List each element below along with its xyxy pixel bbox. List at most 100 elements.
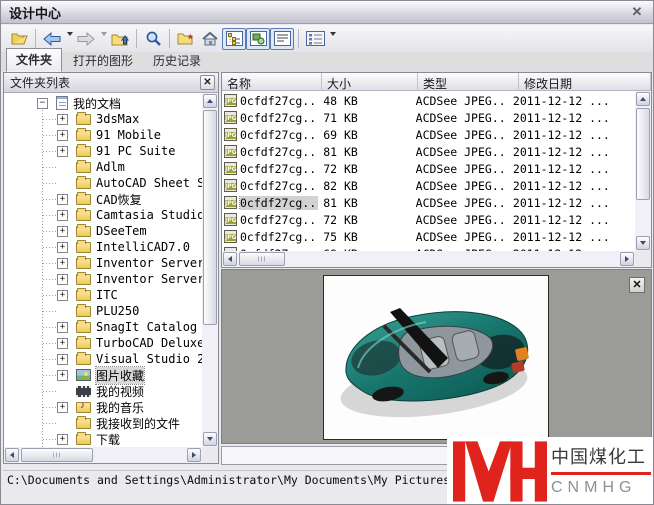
size-cell: 81 KB bbox=[318, 145, 410, 159]
tree-item-Inventor Server x86[interactable]: +Inventor Server x86 bbox=[4, 271, 202, 287]
views-button[interactable] bbox=[303, 28, 327, 50]
list-horizontal-scrollbar[interactable] bbox=[222, 251, 635, 267]
forward-dropdown[interactable] bbox=[98, 28, 108, 50]
preview-toggle[interactable] bbox=[246, 28, 270, 50]
expand-icon[interactable]: + bbox=[57, 226, 68, 237]
description-toggle[interactable] bbox=[270, 28, 294, 50]
views-dropdown[interactable] bbox=[327, 28, 337, 50]
tree-item-IntelliCAD7.0[interactable]: + IntelliCAD7.0 bbox=[4, 239, 202, 255]
tree-item-label: 3dsMax bbox=[96, 112, 139, 126]
close-icon[interactable]: ✕ bbox=[629, 277, 645, 293]
column-header-3[interactable]: 修改日期 bbox=[519, 73, 651, 91]
scroll-left-button[interactable] bbox=[223, 252, 237, 266]
tree-item-91 Mobile[interactable]: +91 Mobile bbox=[4, 127, 202, 143]
expand-icon[interactable]: + bbox=[57, 194, 68, 205]
tree-item-Visual Studio 2008[interactable]: +Visual Studio 2008 bbox=[4, 351, 202, 367]
expand-icon[interactable]: + bbox=[57, 290, 68, 301]
scroll-right-button[interactable] bbox=[187, 448, 201, 462]
scroll-right-button[interactable] bbox=[620, 252, 634, 266]
tree-item-我的文档[interactable]: −我的文档 bbox=[4, 95, 202, 111]
search-button[interactable] bbox=[141, 28, 165, 50]
tree-item-TurboCAD Deluxe 18[interactable]: +TurboCAD Deluxe 18 bbox=[4, 335, 202, 351]
expand-icon[interactable]: + bbox=[57, 210, 68, 221]
file-row[interactable]: JPG0cfdf27cg...75 KBACDSee JPEG...2011-1… bbox=[222, 228, 635, 245]
expand-icon[interactable]: + bbox=[57, 114, 68, 125]
expand-icon[interactable]: + bbox=[57, 322, 68, 333]
tree-item-CAD恢复[interactable]: +CAD恢复 bbox=[4, 191, 202, 207]
expand-icon[interactable]: + bbox=[57, 370, 68, 381]
document-icon bbox=[56, 96, 68, 110]
file-row[interactable]: JPG0cfdf27cg...81 KBACDSee JPEG...2011-1… bbox=[222, 194, 635, 211]
title-bar[interactable]: 设计中心 ✕ bbox=[1, 1, 653, 24]
favorites-button[interactable]: * bbox=[174, 28, 198, 50]
forward-button[interactable] bbox=[74, 28, 98, 50]
file-row[interactable]: JPG0cfdf27cg...72 KBACDSee JPEG...2011-1… bbox=[222, 160, 635, 177]
file-row[interactable]: JPG0cfdf27cg...81 KBACDSee JPEG...2011-1… bbox=[222, 143, 635, 160]
home-button[interactable] bbox=[198, 28, 222, 50]
file-row[interactable]: JPG0cfdf27cg...72 KBACDSee JPEG...2011-1… bbox=[222, 211, 635, 228]
tab-0[interactable]: 文件夹 bbox=[6, 48, 62, 72]
tree-item-ITC[interactable]: +ITC bbox=[4, 287, 202, 303]
chevron-down-icon bbox=[101, 32, 107, 39]
scroll-down-button[interactable] bbox=[203, 432, 217, 446]
scroll-up-button[interactable] bbox=[203, 94, 217, 108]
scrollbar-thumb[interactable] bbox=[239, 252, 285, 266]
file-row[interactable]: JPG0cfdf27cg...71 KBACDSee JPEG...2011-1… bbox=[222, 109, 635, 126]
scroll-up-button[interactable] bbox=[636, 92, 650, 106]
tree-item-Inventor Server x86[interactable]: +Inventor Server x86 bbox=[4, 255, 202, 271]
file-row[interactable]: JPG0cfdf27cg...82 KBACDSee JPEG...2011-1… bbox=[222, 177, 635, 194]
folder-icon bbox=[76, 418, 91, 429]
expand-icon[interactable]: + bbox=[57, 338, 68, 349]
pictures-icon bbox=[76, 369, 91, 381]
list-vertical-scrollbar[interactable] bbox=[635, 91, 651, 251]
collapse-icon[interactable]: − bbox=[37, 98, 48, 109]
scrollbar-thumb[interactable] bbox=[21, 448, 93, 462]
tree-view-toggle[interactable] bbox=[222, 28, 246, 50]
column-header-1[interactable]: 大小 bbox=[322, 73, 418, 91]
tab-2[interactable]: 历史记录 bbox=[144, 50, 210, 72]
expand-icon[interactable]: + bbox=[57, 130, 68, 141]
tree-item-我的视频[interactable]: 我的视频 bbox=[4, 383, 202, 399]
scroll-left-button[interactable] bbox=[5, 448, 19, 462]
tree-item-Camtasia Studio[interactable]: +Camtasia Studio bbox=[4, 207, 202, 223]
expand-icon[interactable]: + bbox=[57, 146, 68, 157]
tree-item-91 PC Suite[interactable]: +91 PC Suite bbox=[4, 143, 202, 159]
close-icon[interactable]: ✕ bbox=[200, 75, 215, 90]
tab-1[interactable]: 打开的图形 bbox=[64, 50, 142, 72]
tree-item-我接收到的文件[interactable]: 我接收到的文件 bbox=[4, 415, 202, 431]
file-row[interactable]: JPG0cfdf27cg...48 KBACDSee JPEG...2011-1… bbox=[222, 92, 635, 109]
column-header-2[interactable]: 类型 bbox=[418, 73, 519, 91]
up-button[interactable] bbox=[108, 28, 132, 50]
expand-icon[interactable]: + bbox=[57, 274, 68, 285]
back-dropdown[interactable] bbox=[64, 28, 74, 50]
scrollbar-thumb[interactable] bbox=[636, 108, 650, 200]
scrollbar-thumb[interactable] bbox=[203, 110, 217, 325]
tree-item-AutoCAD Sheet Sets[interactable]: AutoCAD Sheet Sets bbox=[4, 175, 202, 191]
file-row[interactable]: JPG0cfdf27cg...69 KBACDSee JPEG...2011-1… bbox=[222, 126, 635, 143]
expand-icon[interactable]: + bbox=[57, 258, 68, 269]
expand-icon[interactable]: + bbox=[57, 242, 68, 253]
tree-item-SnagIt Catalog[interactable]: +SnagIt Catalog bbox=[4, 319, 202, 335]
tree-item-我的音乐[interactable]: +我的音乐 bbox=[4, 399, 202, 415]
tree-vertical-scrollbar[interactable] bbox=[202, 93, 218, 447]
folder-icon bbox=[76, 322, 91, 333]
tree-item-图片收藏[interactable]: +图片收藏 bbox=[4, 367, 202, 383]
toolbar-separator bbox=[298, 29, 299, 48]
close-icon[interactable]: ✕ bbox=[629, 4, 645, 20]
file-name: 0cfdf27cg... bbox=[240, 111, 318, 125]
tree-item-PLU250[interactable]: PLU250 bbox=[4, 303, 202, 319]
expand-icon[interactable]: + bbox=[57, 354, 68, 365]
back-button[interactable] bbox=[40, 28, 64, 50]
load-button[interactable] bbox=[7, 28, 31, 50]
tree-item-label: IntelliCAD7.0 bbox=[96, 240, 190, 254]
tree-item-下载[interactable]: +下载 bbox=[4, 431, 202, 447]
tree-horizontal-scrollbar[interactable] bbox=[4, 447, 202, 463]
scroll-down-button[interactable] bbox=[636, 236, 650, 250]
expand-icon[interactable]: + bbox=[57, 402, 68, 413]
jpg-file-icon: JPG bbox=[224, 230, 237, 243]
expand-icon[interactable]: + bbox=[57, 434, 68, 445]
tree-item-3dsMax[interactable]: +3dsMax bbox=[4, 111, 202, 127]
column-header-0[interactable]: 名称 bbox=[222, 73, 322, 91]
tree-item-Adlm[interactable]: Adlm bbox=[4, 159, 202, 175]
tree-item-DSeeTem[interactable]: +DSeeTem bbox=[4, 223, 202, 239]
